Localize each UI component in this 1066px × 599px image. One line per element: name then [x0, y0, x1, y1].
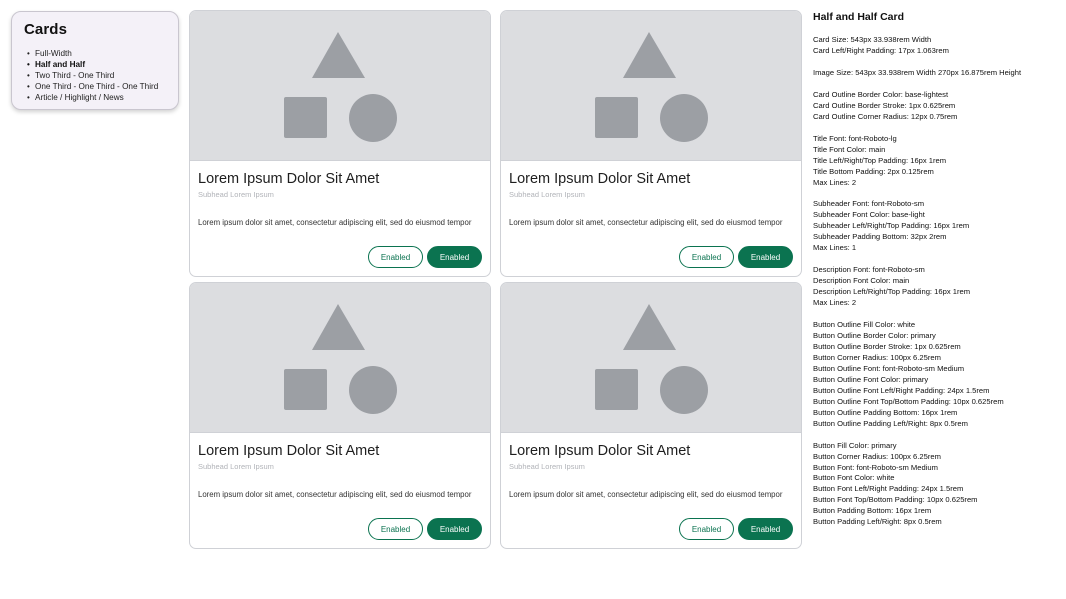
shapes-placeholder-icon — [595, 304, 708, 414]
card-subhead: Subhead Lorem Ipsum — [509, 190, 585, 199]
card-title: Lorem Ipsum Dolor Sit Amet — [509, 443, 691, 459]
spec-group: Subheader Font: font-Roboto-sm Subheader … — [813, 199, 1058, 254]
spec-line: Button Outline Border Color: primary — [813, 331, 936, 341]
card-image — [190, 11, 490, 161]
spec-group: Button Outline Fill Color: white Button O… — [813, 320, 1058, 430]
spec-panel: Half and Half Card Card Size: 543px 33.9… — [813, 11, 1058, 539]
spec-line: Button Outline Border Stroke: 1px 0.625r… — [813, 341, 961, 351]
fill-button[interactable]: Enabled — [427, 246, 482, 268]
spec-line: Card Outline Border Color: base-lightest — [813, 89, 949, 99]
spec-line: Button Font Left/Right Padding: 24px 1.5… — [813, 484, 964, 494]
spec-line: Button Font Color: white — [813, 473, 895, 483]
spec-line: Image Size: 543px 33.938rem Width 270px … — [813, 67, 1022, 77]
outline-button[interactable]: Enabled — [679, 246, 734, 268]
card-4: Lorem Ipsum Dolor Sit Amet Subhead Lorem… — [500, 282, 802, 549]
spec-group: Card Size: 543px 33.938rem Width Card Lef… — [813, 35, 1058, 57]
fill-button[interactable]: Enabled — [738, 518, 793, 540]
spec-line: Button Outline Padding Left/Right: 8px 0… — [813, 418, 968, 428]
spec-line: Button Font: font-Roboto-sm Medium — [813, 462, 938, 472]
spec-line: Description Font: font-Roboto-sm — [813, 265, 925, 275]
spec-group: Image Size: 543px 33.938rem Width 270px … — [813, 68, 1058, 79]
outline-button[interactable]: Enabled — [679, 518, 734, 540]
card-image — [501, 11, 801, 161]
spec-line: Subheader Font: font-Roboto-sm — [813, 199, 925, 209]
outline-button[interactable]: Enabled — [368, 246, 423, 268]
spec-line: Title Bottom Padding: 2px 0.125rem — [813, 166, 934, 176]
spec-line: Max Lines: 1 — [813, 243, 857, 253]
spec-line: Button Outline Font Left/Right Padding: … — [813, 385, 990, 395]
spec-line: Button Outline Font Top/Bottom Padding: … — [813, 396, 1004, 406]
spec-line: Title Font Color: main — [813, 144, 886, 154]
nav-item-full-width[interactable]: Full-Width — [24, 48, 166, 59]
card-subhead: Subhead Lorem Ipsum — [509, 462, 585, 471]
spec-line: Card Outline Border Stroke: 1px 0.625rem — [813, 100, 956, 110]
spec-line: Subheader Left/Right/Top Padding: 16px 1… — [813, 221, 970, 231]
shapes-placeholder-icon — [284, 32, 397, 142]
card-1: Lorem Ipsum Dolor Sit Amet Subhead Lorem… — [189, 10, 491, 277]
spec-line: Button Padding Bottom: 16px 1rem — [813, 506, 932, 516]
card-image — [190, 283, 490, 433]
fill-button[interactable]: Enabled — [427, 518, 482, 540]
spec-group: Card Outline Border Color: base-lightest… — [813, 90, 1058, 123]
spec-line: Max Lines: 2 — [813, 298, 857, 308]
cards-nav-panel: Cards Full-Width Half and Half Two Third… — [11, 11, 179, 110]
fill-button[interactable]: Enabled — [738, 246, 793, 268]
spec-line: Button Corner Radius: 100px 6.25rem — [813, 451, 941, 461]
spec-line: Card Left/Right Padding: 17px 1.063rem — [813, 45, 949, 55]
nav-list: Full-Width Half and Half Two Third - One… — [24, 48, 166, 103]
spec-heading: Half and Half Card — [813, 11, 905, 23]
spec-line: Button Padding Left/Right: 8px 0.5rem — [813, 517, 942, 527]
card-description: Lorem ipsum dolor sit amet, consectetur … — [198, 490, 472, 499]
nav-title: Cards — [24, 21, 68, 38]
nav-item-one-third-x3[interactable]: One Third - One Third - One Third — [24, 81, 166, 92]
nav-item-two-third-one-third[interactable]: Two Third - One Third — [24, 70, 166, 81]
card-title: Lorem Ipsum Dolor Sit Amet — [509, 171, 691, 187]
spec-line: Title Left/Right/Top Padding: 16px 1rem — [813, 155, 947, 165]
spec-line: Subheader Font Color: base-light — [813, 210, 925, 220]
card-title: Lorem Ipsum Dolor Sit Amet — [198, 443, 380, 459]
card-image — [501, 283, 801, 433]
card-description: Lorem ipsum dolor sit amet, consectetur … — [509, 490, 783, 499]
spec-line: Description Left/Right/Top Padding: 16px… — [813, 287, 971, 297]
spec-line: Button Outline Font Color: primary — [813, 374, 929, 384]
card-description: Lorem ipsum dolor sit amet, consectetur … — [198, 218, 472, 227]
spec-line: Title Font: font-Roboto-lg — [813, 133, 897, 143]
spec-line: Button Outline Font: font-Roboto-sm Medi… — [813, 363, 965, 373]
spec-line: Button Font Top/Bottom Padding: 10px 0.6… — [813, 495, 978, 505]
card-2: Lorem Ipsum Dolor Sit Amet Subhead Lorem… — [500, 10, 802, 277]
card-title: Lorem Ipsum Dolor Sit Amet — [198, 171, 380, 187]
spec-line: Description Font Color: main — [813, 276, 910, 286]
spec-line: Button Corner Radius: 100px 6.25rem — [813, 352, 941, 362]
spec-groups: Card Size: 543px 33.938rem Width Card Lef… — [813, 35, 1058, 528]
card-description: Lorem ipsum dolor sit amet, consectetur … — [509, 218, 783, 227]
shapes-placeholder-icon — [284, 304, 397, 414]
shapes-placeholder-icon — [595, 32, 708, 142]
nav-item-half-and-half[interactable]: Half and Half — [24, 59, 166, 70]
spec-group: Description Font: font-Roboto-sm Descript… — [813, 265, 1058, 309]
spec-line: Button Fill Color: primary — [813, 440, 897, 450]
card-subhead: Subhead Lorem Ipsum — [198, 190, 274, 199]
spec-line: Subheader Padding Bottom: 32px 2rem — [813, 232, 947, 242]
nav-item-article-highlight-news[interactable]: Article / Highlight / News — [24, 92, 166, 103]
card-subhead: Subhead Lorem Ipsum — [198, 462, 274, 471]
card-3: Lorem Ipsum Dolor Sit Amet Subhead Lorem… — [189, 282, 491, 549]
outline-button[interactable]: Enabled — [368, 518, 423, 540]
spec-line: Max Lines: 2 — [813, 177, 857, 187]
spec-line: Button Outline Fill Color: white — [813, 320, 916, 330]
spec-line: Card Outline Corner Radius: 12px 0.75rem — [813, 111, 958, 121]
spec-line: Card Size: 543px 33.938rem Width — [813, 35, 932, 44]
spec-group: Title Font: font-Roboto-lg Title Font Col… — [813, 134, 1058, 189]
spec-line: Button Outline Padding Bottom: 16px 1rem — [813, 407, 958, 417]
spec-group: Button Fill Color: primary Button Corner … — [813, 441, 1058, 529]
